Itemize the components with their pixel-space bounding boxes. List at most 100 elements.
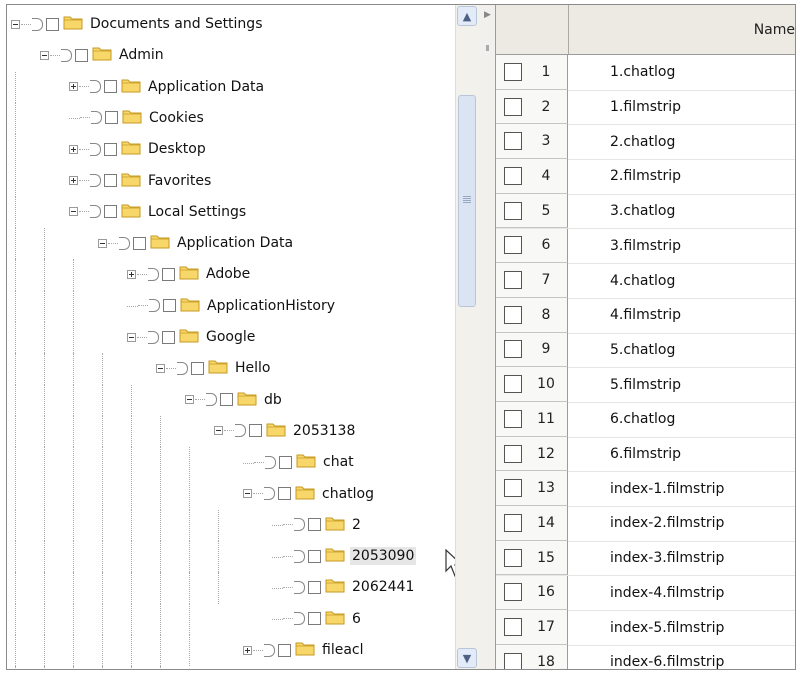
- partial-check-icon[interactable]: [32, 17, 43, 31]
- row-header[interactable]: 5: [496, 193, 568, 229]
- tree-node[interactable]: fileacl: [243, 638, 366, 662]
- node-checkbox[interactable]: [105, 111, 118, 125]
- tree-node-label[interactable]: Local Settings: [146, 203, 248, 221]
- row-header[interactable]: 10: [496, 367, 568, 402]
- tree-node-label[interactable]: Documents and Settings: [88, 15, 264, 33]
- partial-check-icon[interactable]: [90, 174, 101, 187]
- partial-check-icon[interactable]: [294, 612, 305, 626]
- tree-node[interactable]: Google: [127, 325, 257, 349]
- file-name-cell[interactable]: 3.filmstrip: [568, 238, 681, 254]
- row-checkbox[interactable]: [504, 166, 522, 185]
- file-name-cell[interactable]: 1.filmstrip: [568, 99, 681, 115]
- row-header[interactable]: 9: [496, 332, 568, 368]
- row-checkbox[interactable]: [504, 201, 522, 220]
- row-checkbox[interactable]: [504, 548, 522, 567]
- tree-node[interactable]: Cookies: [69, 106, 206, 130]
- partial-check-icon[interactable]: [149, 299, 160, 313]
- row-header[interactable]: 3: [496, 124, 568, 160]
- row-checkbox[interactable]: [504, 479, 522, 498]
- table-row[interactable]: 8 4.filmstrip: [496, 297, 795, 334]
- tree-node-label[interactable]: Hello: [233, 359, 273, 377]
- tree-node-label[interactable]: Favorites: [146, 172, 213, 190]
- tree-node-label[interactable]: Cookies: [147, 109, 206, 127]
- table-row[interactable]: 2 1.filmstrip: [496, 89, 795, 126]
- row-checkbox[interactable]: [504, 513, 522, 532]
- row-header[interactable]: 7: [496, 263, 568, 298]
- tree-node[interactable]: Application Data: [98, 231, 295, 255]
- node-checkbox[interactable]: [163, 299, 176, 313]
- tree-node[interactable]: 2053138: [214, 419, 357, 443]
- table-row[interactable]: 7 4.chatlog: [496, 263, 795, 299]
- partial-check-icon[interactable]: [148, 330, 159, 344]
- row-checkbox[interactable]: [504, 652, 522, 669]
- row-checkbox[interactable]: [504, 305, 522, 324]
- partial-check-icon[interactable]: [206, 393, 217, 407]
- tree-node[interactable]: chatlog: [243, 482, 376, 506]
- node-checkbox[interactable]: [308, 518, 321, 532]
- tree-node[interactable]: Desktop: [69, 137, 208, 161]
- tree-node[interactable]: Admin: [40, 43, 166, 67]
- collapse-icon[interactable]: [11, 19, 20, 29]
- file-name-cell[interactable]: index-6.filmstrip: [568, 654, 724, 669]
- partial-check-icon[interactable]: [264, 487, 275, 500]
- file-name-cell[interactable]: 6.filmstrip: [568, 446, 681, 462]
- tree-node[interactable]: 6: [272, 607, 363, 631]
- table-row[interactable]: 5 3.chatlog: [496, 193, 795, 230]
- file-name-cell[interactable]: 4.chatlog: [568, 273, 675, 289]
- row-header[interactable]: 15: [496, 540, 568, 576]
- tree-node-label[interactable]: fileacl: [320, 641, 366, 659]
- collapse-arrow-icon[interactable]: ▶: [484, 10, 491, 20]
- tree-node[interactable]: Application Data: [69, 75, 266, 99]
- row-checkbox[interactable]: [504, 271, 522, 290]
- node-checkbox[interactable]: [104, 142, 117, 156]
- tree-node-label[interactable]: 2053090: [350, 547, 417, 566]
- expand-icon[interactable]: [243, 645, 252, 655]
- collapse-icon[interactable]: [98, 238, 107, 248]
- collapse-icon[interactable]: [185, 395, 194, 405]
- partial-check-icon[interactable]: [148, 267, 159, 281]
- pane-splitter[interactable]: ▶: [479, 5, 496, 669]
- table-row[interactable]: 10 5.filmstrip: [496, 367, 795, 403]
- table-row[interactable]: 6 3.filmstrip: [496, 228, 795, 265]
- partial-check-icon[interactable]: [90, 205, 101, 219]
- table-row[interactable]: 11 6.chatlog: [496, 402, 795, 438]
- scroll-up-button[interactable]: ▲: [457, 6, 477, 26]
- node-checkbox[interactable]: [308, 580, 321, 594]
- tree-node-label[interactable]: 2062441: [350, 578, 416, 596]
- table-row[interactable]: 13 index-1.filmstrip: [496, 471, 795, 508]
- table-row[interactable]: 17 index-5.filmstrip: [496, 610, 795, 646]
- file-name-cell[interactable]: 5.chatlog: [568, 342, 675, 358]
- table-row[interactable]: 1 1.chatlog: [496, 55, 795, 91]
- file-name-cell[interactable]: 1.chatlog: [568, 64, 675, 80]
- tree-node-label[interactable]: chat: [321, 453, 356, 471]
- file-name-cell[interactable]: index-2.filmstrip: [568, 515, 724, 531]
- file-name-cell[interactable]: 5.filmstrip: [568, 377, 681, 393]
- row-checkbox[interactable]: [504, 583, 522, 602]
- row-checkbox[interactable]: [504, 236, 522, 255]
- partial-check-icon[interactable]: [90, 142, 101, 156]
- tree-node-label[interactable]: ApplicationHistory: [205, 297, 337, 315]
- file-name-cell[interactable]: index-1.filmstrip: [568, 481, 724, 497]
- row-header[interactable]: 17: [496, 610, 568, 645]
- row-header[interactable]: 18: [496, 644, 568, 669]
- row-checkbox[interactable]: [504, 375, 522, 394]
- file-name-cell[interactable]: 6.chatlog: [568, 411, 675, 427]
- collapse-icon[interactable]: [243, 489, 252, 498]
- node-checkbox[interactable]: [75, 48, 88, 62]
- node-checkbox[interactable]: [278, 487, 291, 500]
- row-header[interactable]: 4: [496, 159, 568, 194]
- row-checkbox[interactable]: [504, 97, 522, 116]
- table-row[interactable]: 16 index-4.filmstrip: [496, 575, 795, 612]
- node-checkbox[interactable]: [308, 612, 321, 626]
- node-checkbox[interactable]: [308, 549, 321, 563]
- file-name-cell[interactable]: 2.chatlog: [568, 134, 675, 150]
- tree-node[interactable]: Local Settings: [69, 200, 248, 224]
- table-row[interactable]: 9 5.chatlog: [496, 332, 795, 369]
- tree-node-label[interactable]: 2: [350, 516, 363, 534]
- tree-node-label[interactable]: Admin: [117, 46, 166, 64]
- node-checkbox[interactable]: [104, 174, 117, 187]
- row-header[interactable]: 12: [496, 436, 568, 472]
- tree-node-label[interactable]: Google: [204, 328, 257, 346]
- row-header[interactable]: 2: [496, 89, 568, 125]
- file-name-cell[interactable]: index-4.filmstrip: [568, 585, 724, 601]
